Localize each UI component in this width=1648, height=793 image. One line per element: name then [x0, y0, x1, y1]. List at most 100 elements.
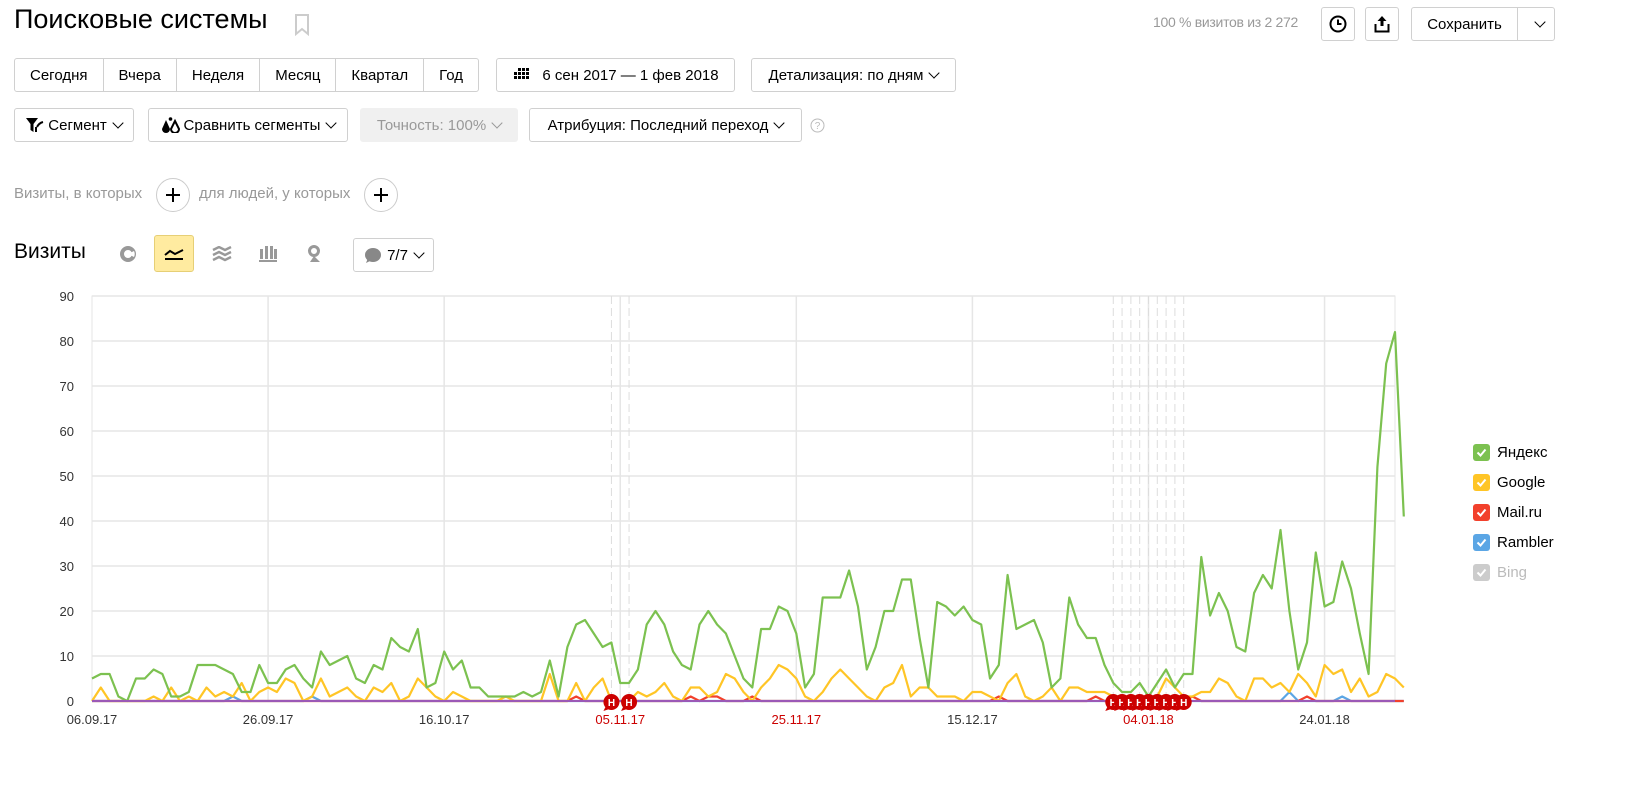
plus-icon	[166, 188, 180, 202]
legend-item-google[interactable]: Google	[1473, 474, 1545, 491]
x-tick-label: 04.01.18	[1123, 712, 1174, 727]
y-tick-label: 60	[60, 424, 74, 439]
accuracy-label: Точность: 100%	[376, 116, 487, 134]
x-tick-label: 26.09.17	[243, 712, 294, 727]
chart-type-line[interactable]	[154, 235, 194, 272]
y-tick-label: 10	[60, 649, 74, 664]
plot-frame	[91, 295, 1396, 702]
legend-item-yandex[interactable]: Яндекс	[1473, 444, 1547, 461]
detail-dropdown[interactable]: Детализация: по дням	[751, 58, 956, 92]
period-today[interactable]: Сегодня	[15, 59, 104, 91]
clock-icon	[1329, 15, 1347, 33]
calendar-icon	[514, 68, 530, 79]
svg-text:H: H	[608, 698, 615, 709]
legend-label: Rambler	[1497, 534, 1554, 551]
chevron-down-icon	[112, 116, 124, 129]
holiday-marker: H	[1175, 694, 1192, 711]
x-tick-label: 24.01.18	[1299, 712, 1350, 727]
y-tick-label: 90	[60, 289, 74, 304]
annotations-dropdown[interactable]: 7/7	[353, 238, 434, 272]
chart-type-map[interactable]	[295, 235, 335, 272]
area-chart-icon	[212, 245, 232, 261]
chevron-down-icon	[491, 116, 503, 129]
chart-title: Визиты	[14, 240, 86, 263]
legend-item-bing[interactable]: Bing	[1473, 564, 1527, 581]
people-condition-label: для людей, у которых	[199, 185, 351, 202]
legend-label: Mail.ru	[1497, 504, 1543, 521]
x-tick-label: 15.12.17	[947, 712, 998, 727]
legend-label: Яндекс	[1497, 444, 1548, 461]
annotations-count: 7/7	[387, 246, 408, 264]
checkbox-checked-icon[interactable]	[1473, 504, 1490, 521]
x-tick-label: 16.10.17	[419, 712, 470, 727]
legend-label: Google	[1497, 474, 1546, 491]
line-chart-icon	[164, 248, 184, 260]
bar-chart-icon	[259, 245, 277, 262]
segment-label: Сегмент	[48, 116, 107, 134]
chevron-down-icon	[928, 66, 941, 79]
x-tick-label: 05.11.17	[595, 712, 645, 727]
holiday-marker: H	[603, 694, 620, 711]
detail-label: Детализация: по дням	[768, 66, 924, 84]
period-selector: Сегодня Вчера Неделя Месяц Квартал Год	[14, 58, 480, 92]
add-visit-condition-button[interactable]	[156, 178, 190, 212]
drops-icon	[161, 117, 180, 133]
accuracy-dropdown[interactable]: Точность: 100%	[360, 108, 518, 142]
legend-label: Bing	[1497, 564, 1528, 581]
history-button[interactable]	[1321, 7, 1355, 41]
visits-info: 100 % визитов из 2 272	[1152, 14, 1298, 30]
bookmark-icon[interactable]	[294, 14, 310, 36]
svg-text:H: H	[1180, 698, 1187, 709]
segment-dropdown[interactable]: Сегмент	[14, 108, 134, 142]
checkbox-checked-icon[interactable]	[1473, 444, 1490, 461]
checkbox-checked-icon[interactable]	[1473, 474, 1490, 491]
chart-type-area[interactable]	[202, 235, 242, 272]
series-line-yandex	[91, 330, 1405, 703]
x-tick-label: 06.09.17	[67, 712, 118, 727]
y-tick-label: 80	[60, 334, 74, 349]
plus-icon	[374, 188, 388, 202]
save-menu-button[interactable]	[1517, 7, 1555, 41]
legend-item-rambler[interactable]: Rambler	[1473, 534, 1554, 551]
chart-type-bar[interactable]	[248, 235, 288, 272]
chevron-down-icon	[1533, 15, 1546, 28]
y-tick-label: 40	[60, 514, 74, 529]
add-people-condition-button[interactable]	[364, 178, 398, 212]
comment-icon	[365, 247, 382, 263]
filter-icon	[26, 117, 44, 132]
page-title: Поисковые системы	[14, 4, 268, 34]
compare-label: Сравнить сегменты	[183, 116, 321, 134]
chevron-down-icon	[413, 246, 425, 259]
period-yesterday[interactable]: Вчера	[104, 59, 177, 91]
chart-type-pie[interactable]	[108, 235, 148, 272]
help-icon[interactable]: ?	[810, 118, 825, 133]
y-tick-label: 50	[60, 469, 74, 484]
period-quarter[interactable]: Квартал	[336, 59, 425, 91]
y-tick-label: 0	[67, 694, 74, 709]
period-year[interactable]: Год	[424, 59, 478, 91]
pie-chart-icon	[120, 245, 136, 262]
legend-item-mailru[interactable]: Mail.ru	[1473, 504, 1542, 521]
export-button[interactable]	[1365, 7, 1399, 41]
attribution-dropdown[interactable]: Атрибуция: Последний переход	[529, 108, 802, 142]
svg-text:?: ?	[815, 121, 821, 132]
y-tick-label: 20	[60, 604, 74, 619]
visits-line-chart: HHHHHHHHHHH 0102030405060708090 06.09.17…	[60, 289, 1405, 727]
date-range-button[interactable]: 6 сен 2017 — 1 фев 2018	[496, 58, 735, 92]
chevron-down-icon	[773, 116, 786, 129]
checkbox-disabled-icon[interactable]	[1473, 564, 1490, 581]
compare-segments-dropdown[interactable]: Сравнить сегменты	[148, 108, 348, 142]
period-week[interactable]: Неделя	[177, 59, 261, 91]
x-tick-label: 25.11.17	[772, 712, 822, 727]
map-pin-icon	[308, 244, 320, 262]
y-tick-label: 70	[60, 379, 74, 394]
visits-condition-label: Визиты, в которых	[14, 185, 143, 202]
period-month[interactable]: Месяц	[260, 59, 337, 91]
attribution-label: Атрибуция: Последний переход	[547, 116, 769, 134]
chevron-down-icon	[325, 116, 338, 129]
date-range-label: 6 сен 2017 — 1 фев 2018	[542, 66, 719, 84]
upload-icon	[1374, 16, 1390, 33]
svg-text:H: H	[625, 698, 632, 709]
checkbox-checked-icon[interactable]	[1473, 534, 1490, 551]
save-button[interactable]: Сохранить	[1411, 7, 1518, 41]
